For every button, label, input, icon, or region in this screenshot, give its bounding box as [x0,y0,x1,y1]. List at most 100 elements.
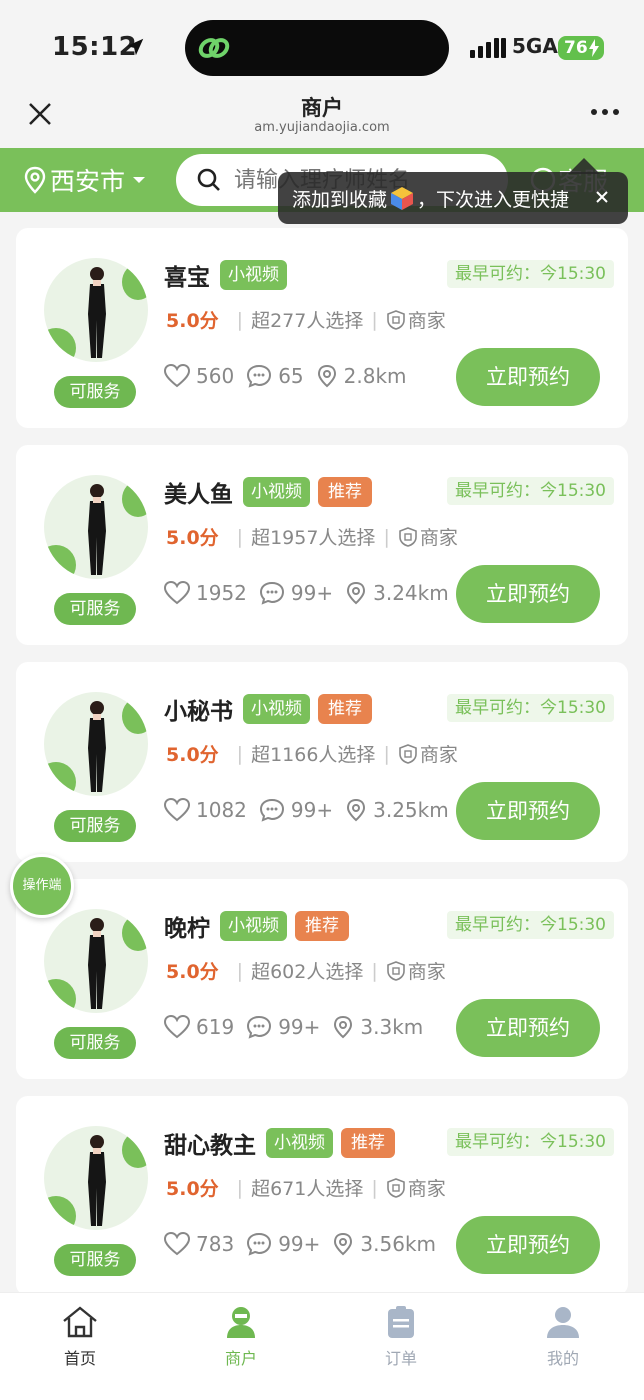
avatar-leaf-decoration [44,979,76,1013]
distance-value: 3.24km [373,581,449,605]
more-icon[interactable] [590,102,620,122]
video-badge[interactable]: 小视频 [243,694,310,724]
distance-value: 3.56km [360,1232,437,1256]
location-pin-icon [317,364,336,388]
comments-stat[interactable]: 99+ [259,798,333,822]
name-row: 喜宝 小视频 [164,258,287,292]
merchant-label: 商家 [419,527,458,549]
signal-icon [470,38,506,58]
likes-stat[interactable]: 1082 [164,798,247,822]
avatar[interactable] [44,909,148,1013]
name-row: 小秘书 小视频 推荐 [164,692,372,726]
book-now-button[interactable]: 立即预约 [456,348,600,406]
distance-stat: 3.25km [345,798,449,822]
likes-count: 560 [196,364,235,388]
meta-row: 5.0分 | 超602人选择 | 商家 [166,957,446,984]
chosen-count: 超671人选择 [251,1178,364,1200]
status-bar: 15:12 5GA 76 [0,0,644,92]
distance-stat: 3.56km [332,1232,436,1256]
tab-orders[interactable]: 订单 [356,1305,446,1369]
merchant-label: 商家 [419,744,458,766]
name-row: 甜心教主 小视频 推荐 [164,1126,395,1160]
divider: | [383,742,390,765]
comment-icon [247,364,272,388]
distance-stat: 3.3km [332,1015,423,1039]
location-pin-icon [334,1015,353,1039]
avatar-leaf-decoration [122,481,148,517]
earliest-available: 最早可约：今15:30 [447,477,614,505]
comments-count: 99+ [278,1232,321,1256]
portrait-figure [88,267,106,358]
therapist-name: 喜宝 [164,265,210,291]
comments-stat[interactable]: 99+ [246,1232,320,1256]
comments-count: 65 [278,364,304,388]
shield-icon [386,1177,405,1198]
score: 5.0分 [166,1178,219,1200]
tab-merchant-label: 商户 [224,1349,257,1368]
book-now-button[interactable]: 立即预约 [456,782,600,840]
video-badge[interactable]: 小视频 [266,1128,333,1158]
location-pin-icon [334,1232,353,1256]
comment-icon [259,581,284,605]
heart-icon [164,581,190,605]
heart-icon [164,1232,190,1256]
recommend-badge: 推荐 [318,477,372,507]
stats-row: 560 65 2.8km [164,364,419,388]
user-icon [547,1307,579,1338]
distance-stat: 2.8km [316,364,407,388]
divider: | [236,742,244,765]
service-status-badge: 可服务 [54,593,136,625]
comments-stat[interactable]: 99+ [246,1015,320,1039]
likes-stat[interactable]: 560 [164,364,234,388]
stats-row: 1952 99+ 3.24km [164,581,461,605]
divider: | [371,1176,378,1199]
merchant-card[interactable]: 可服务 晚柠 小视频 推荐 最早可约：今15:30 5.0分 | 超602人选择… [16,879,628,1079]
avatar[interactable] [44,258,148,362]
avatar[interactable] [44,1126,148,1230]
toast-close-icon[interactable] [590,185,614,209]
likes-stat[interactable]: 783 [164,1232,234,1256]
avatar-leaf-decoration [44,545,76,579]
link-icon [198,38,230,58]
book-now-button[interactable]: 立即预约 [456,565,600,623]
avatar[interactable] [44,692,148,796]
comment-icon [247,1232,272,1256]
charging-bolt-icon [589,39,599,57]
avatar[interactable] [44,475,148,579]
battery-indicator: 76 [558,36,604,60]
avatar-leaf-decoration [44,1196,76,1230]
comments-stat[interactable]: 99+ [259,581,333,605]
merchant-card[interactable]: 可服务 小秘书 小视频 推荐 最早可约：今15:30 5.0分 | 超1166人… [16,662,628,862]
therapist-name: 甜心教主 [164,1133,256,1159]
portrait-figure [88,484,106,575]
book-now-button[interactable]: 立即预约 [456,999,600,1057]
toast-text-start: 添加到收藏 [292,188,388,211]
comment-icon [247,1015,272,1039]
location-pin-icon [347,581,366,605]
comments-stat[interactable]: 65 [246,364,304,388]
book-now-button[interactable]: 立即预约 [456,1216,600,1274]
favorite-toast: 添加到收藏 ，下次进入更快捷 [278,172,628,224]
likes-stat[interactable]: 1952 [164,581,247,605]
avatar-leaf-decoration [44,762,76,796]
shield-icon [386,960,405,981]
heart-icon [164,1015,190,1039]
tab-home[interactable]: 首页 [35,1305,125,1369]
video-badge[interactable]: 小视频 [220,260,287,290]
portrait-figure [88,1135,106,1226]
merchant-card[interactable]: 可服务 甜心教主 小视频 推荐 最早可约：今15:30 5.0分 | 超671人… [16,1096,628,1296]
video-badge[interactable]: 小视频 [220,911,287,941]
video-badge[interactable]: 小视频 [243,477,310,507]
merchant-label: 商家 [407,1178,446,1200]
likes-stat[interactable]: 619 [164,1015,234,1039]
comment-icon [259,798,284,822]
score: 5.0分 [166,744,219,766]
merchant-card[interactable]: 可服务 喜宝 小视频 最早可约：今15:30 5.0分 | 超277人选择 | … [16,228,628,428]
operator-float-button[interactable]: 操作端 [10,854,74,918]
order-icon [388,1306,414,1338]
city-selector[interactable]: 西安市 [24,162,151,198]
page-url: am.yujiandaojia.com [254,120,390,135]
tab-merchant[interactable]: 商户 [196,1305,286,1369]
merchant-card[interactable]: 可服务 美人鱼 小视频 推荐 最早可约：今15:30 5.0分 | 超1957人… [16,445,628,645]
tab-mine[interactable]: 我的 [518,1305,608,1369]
